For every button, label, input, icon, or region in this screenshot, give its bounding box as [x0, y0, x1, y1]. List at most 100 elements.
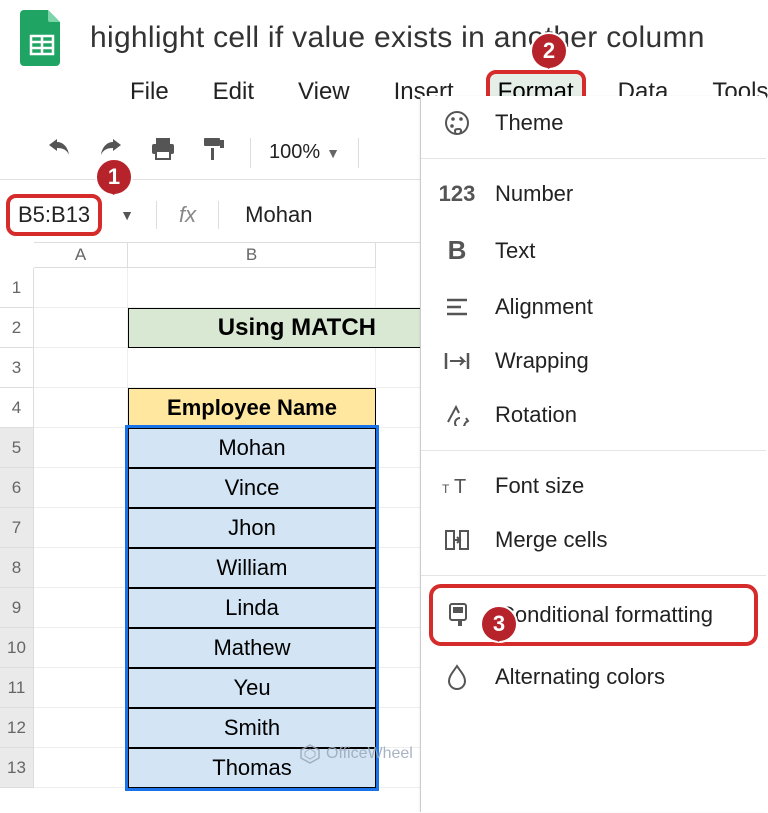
row-header[interactable]: 1	[0, 268, 34, 308]
cell-data[interactable]: Mathew	[128, 628, 376, 668]
menu-label: Rotation	[495, 402, 577, 428]
cell-data[interactable]: Jhon	[128, 508, 376, 548]
cell-data[interactable]: Yeu	[128, 668, 376, 708]
menu-alternating-colors[interactable]: Alternating colors	[421, 650, 766, 704]
rotation-icon	[441, 404, 473, 426]
menu-conditional-formatting[interactable]: Conditional formatting	[429, 584, 758, 646]
cell[interactable]	[376, 708, 420, 748]
document-title[interactable]: highlight cell if value exists in anothe…	[66, 21, 705, 55]
svg-text:T: T	[442, 482, 450, 496]
row-header[interactable]: 11	[0, 668, 34, 708]
watermark: OfficeWheel	[300, 744, 413, 764]
cell[interactable]	[376, 548, 420, 588]
menu-font-size[interactable]: TT Font size	[421, 459, 766, 513]
number-icon: 123	[441, 181, 473, 207]
toolbar: 100% ▼	[0, 120, 420, 180]
cell-data[interactable]: Smith	[128, 708, 376, 748]
cell[interactable]	[128, 268, 376, 308]
cell-section-title[interactable]: Using MATCH	[128, 308, 376, 348]
callout-badge-3: 3	[480, 605, 518, 643]
row-header[interactable]: 12	[0, 708, 34, 748]
cell-data[interactable]: Mohan	[128, 428, 376, 468]
callout-badge-2: 2	[530, 32, 568, 70]
row-header[interactable]: 10	[0, 628, 34, 668]
row-header[interactable]: 8	[0, 548, 34, 588]
cell[interactable]	[376, 428, 420, 468]
cell[interactable]	[376, 668, 420, 708]
cell-data[interactable]: William	[128, 548, 376, 588]
wrapping-icon	[441, 351, 473, 371]
cell[interactable]	[34, 268, 128, 308]
menu-alignment[interactable]: Alignment	[421, 280, 766, 334]
bold-icon: B	[441, 235, 473, 266]
cell[interactable]	[34, 508, 128, 548]
cell[interactable]	[34, 428, 128, 468]
cell[interactable]	[34, 348, 128, 388]
sheets-logo-icon	[18, 8, 66, 68]
cell[interactable]	[34, 748, 128, 788]
menu-merge-cells[interactable]: Merge cells	[421, 513, 766, 567]
cell[interactable]	[34, 628, 128, 668]
cell[interactable]	[376, 348, 420, 388]
menu-edit[interactable]: Edit	[201, 70, 266, 114]
cell[interactable]	[376, 628, 420, 668]
row-header[interactable]: 5	[0, 428, 34, 468]
cell[interactable]	[34, 388, 128, 428]
fx-icon: fx	[169, 202, 206, 228]
cell-data[interactable]: Linda	[128, 588, 376, 628]
undo-icon[interactable]	[40, 134, 78, 171]
cell[interactable]	[34, 668, 128, 708]
chevron-down-icon[interactable]: ▼	[114, 207, 144, 223]
formula-value[interactable]: Mohan	[231, 202, 312, 228]
zoom-dropdown[interactable]: 100% ▼	[269, 141, 340, 164]
menu-file[interactable]: File	[118, 70, 181, 114]
menu-label: Conditional formatting	[499, 602, 713, 628]
menu-label: Number	[495, 181, 573, 207]
palette-icon	[441, 110, 473, 136]
font-size-icon: TT	[441, 475, 473, 497]
watermark-text: OfficeWheel	[326, 745, 413, 763]
paint-format-icon[interactable]	[196, 132, 232, 173]
row-header[interactable]: 6	[0, 468, 34, 508]
column-header-b[interactable]: B	[128, 243, 376, 268]
spreadsheet-grid[interactable]: A B 1 2 3 4 5 6 7 8 9 10 11 12 13 Using …	[0, 242, 420, 788]
name-box[interactable]: B5:B13	[6, 194, 102, 236]
row-header[interactable]: 9	[0, 588, 34, 628]
conditional-formatting-icon	[445, 602, 477, 628]
menu-label: Alternating colors	[495, 664, 665, 690]
menu-label: Wrapping	[495, 348, 589, 374]
row-header[interactable]: 2	[0, 308, 34, 348]
format-menu-dropdown: Theme 123 Number B Text Alignment Wrappi…	[420, 96, 766, 812]
titlebar: highlight cell if value exists in anothe…	[0, 0, 768, 68]
cell[interactable]	[128, 348, 376, 388]
cell[interactable]	[376, 388, 420, 428]
cell[interactable]	[34, 548, 128, 588]
row-header[interactable]: 13	[0, 748, 34, 788]
row-header[interactable]: 3	[0, 348, 34, 388]
print-icon[interactable]	[144, 133, 182, 172]
cell-data[interactable]: Vince	[128, 468, 376, 508]
menu-text[interactable]: B Text	[421, 221, 766, 280]
cell[interactable]	[34, 708, 128, 748]
menu-wrapping[interactable]: Wrapping	[421, 334, 766, 388]
menu-theme[interactable]: Theme	[421, 96, 766, 150]
menu-number[interactable]: 123 Number	[421, 167, 766, 221]
row-header[interactable]: 7	[0, 508, 34, 548]
cell[interactable]	[376, 508, 420, 548]
cell[interactable]	[376, 468, 420, 508]
cell[interactable]	[376, 268, 420, 308]
menu-view[interactable]: View	[286, 70, 362, 114]
merge-icon	[441, 529, 473, 551]
cell[interactable]	[34, 468, 128, 508]
formula-bar: B5:B13 ▼ fx Mohan	[0, 180, 420, 242]
cell-table-header[interactable]: Employee Name	[128, 388, 376, 428]
cell[interactable]	[34, 588, 128, 628]
row-header[interactable]: 4	[0, 388, 34, 428]
cell[interactable]	[376, 308, 420, 348]
cell[interactable]	[34, 308, 128, 348]
cell[interactable]	[376, 588, 420, 628]
menu-rotation[interactable]: Rotation	[421, 388, 766, 442]
menu-label: Alignment	[495, 294, 593, 320]
column-header-a[interactable]: A	[34, 243, 128, 268]
alternating-colors-icon	[441, 664, 473, 690]
